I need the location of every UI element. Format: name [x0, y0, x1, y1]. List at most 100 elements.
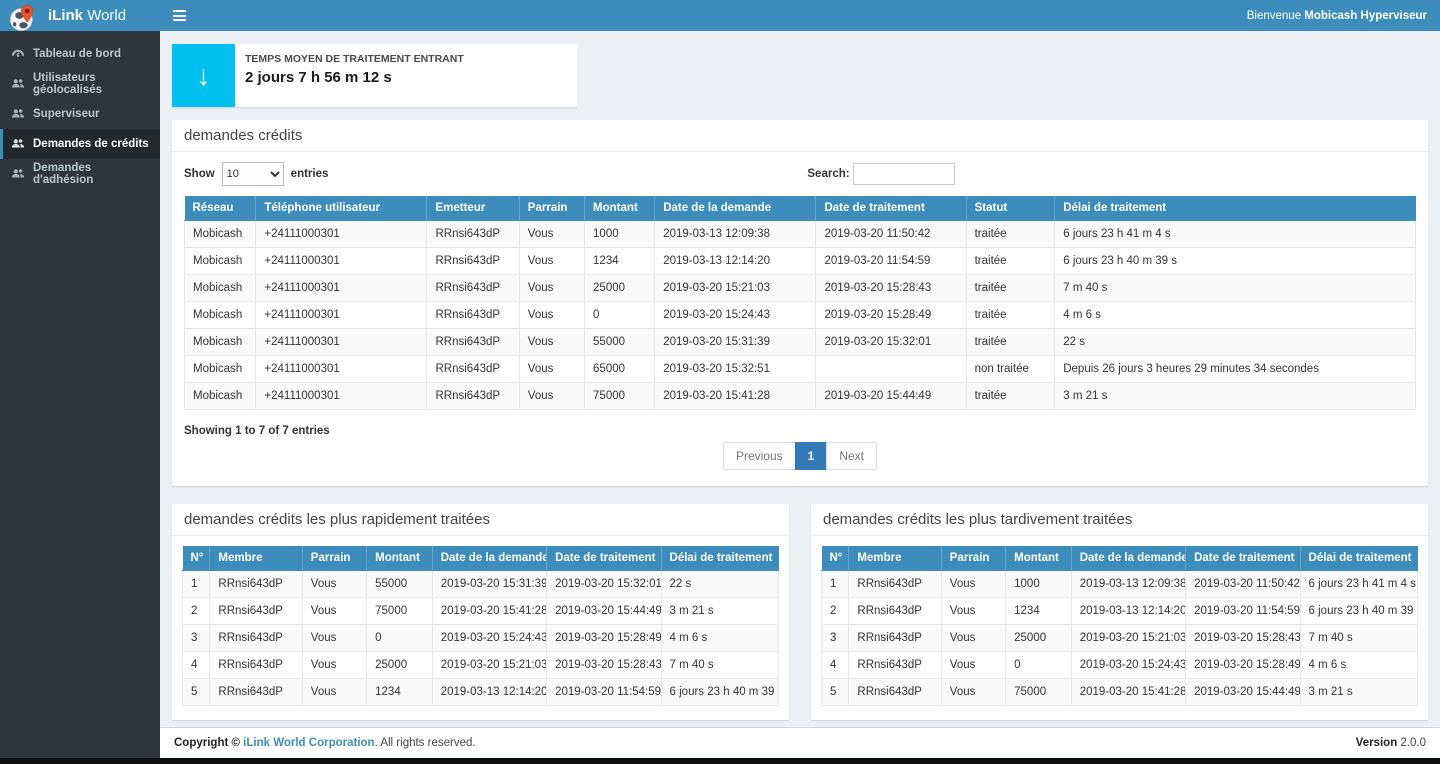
dashboard-icon — [11, 47, 25, 61]
table-cell: 2 — [822, 598, 849, 625]
table-cell: Vous — [941, 679, 1005, 706]
column-header[interactable]: Réseau — [185, 196, 256, 221]
fastest-panel-body: N°MembreParrainMontantDate de la demande… — [172, 536, 789, 720]
column-header[interactable]: Parrain — [941, 546, 1005, 571]
sidebar-toggle-hamburger-icon[interactable] — [173, 10, 186, 21]
sidebar-item-tableau-de-bord[interactable]: Tableau de bord — [0, 39, 160, 69]
page-size-select[interactable]: 10 — [222, 162, 284, 186]
column-header[interactable]: Montant — [1006, 546, 1072, 571]
table-cell: 3 m 21 s — [1055, 383, 1416, 410]
table-row: 3RRnsi643dPVous02019-03-20 15:24:432019-… — [183, 625, 779, 652]
column-header[interactable]: Montant — [585, 196, 655, 221]
table-row: 2RRnsi643dPVous12342019-03-13 12:14:2020… — [822, 598, 1418, 625]
table-cell: Vous — [302, 598, 366, 625]
table-cell: 2019-03-20 15:31:39 — [432, 571, 546, 598]
column-header[interactable]: Parrain — [519, 196, 584, 221]
table-cell: 2019-03-13 12:14:20 — [1071, 598, 1185, 625]
sidebar-item-utilisateurs-geolocalises[interactable]: Utilisateurs géolocalisés — [0, 69, 160, 99]
table-row: 1RRnsi643dPVous550002019-03-20 15:31:392… — [183, 571, 779, 598]
table-cell: 2019-03-20 15:28:43 — [547, 652, 661, 679]
table-row: Mobicash+24111000301RRnsi643dPVous650002… — [185, 356, 1416, 383]
column-header[interactable]: Date de traitement — [547, 546, 661, 571]
table-cell: Mobicash — [185, 383, 256, 410]
table-cell: 2019-03-20 11:54:59 — [816, 248, 966, 275]
table-cell: RRnsi643dP — [210, 571, 302, 598]
table-row: Mobicash+24111000301RRnsi643dPVous550002… — [185, 329, 1416, 356]
column-header[interactable]: Téléphone utilisateur — [256, 196, 427, 221]
column-header[interactable]: Statut — [966, 196, 1055, 221]
column-header[interactable]: N° — [183, 546, 210, 571]
column-header[interactable]: Membre — [849, 546, 941, 571]
table-cell: 65000 — [585, 356, 655, 383]
column-header[interactable]: Montant — [367, 546, 433, 571]
fastest-panel-title: demandes crédits les plus rapidement tra… — [172, 504, 789, 536]
column-header[interactable]: Délai de traitement — [1300, 546, 1417, 571]
table-cell: 2019-03-20 15:28:49 — [816, 302, 966, 329]
column-header[interactable]: Date de la demande — [655, 196, 816, 221]
pagination-page-1-button[interactable]: 1 — [795, 442, 828, 470]
table-cell: 2019-03-13 12:09:38 — [1071, 571, 1185, 598]
column-header[interactable]: Date de la demande — [1071, 546, 1185, 571]
table-cell: traitée — [966, 383, 1055, 410]
brand-logo[interactable]: iLink World — [0, 0, 160, 31]
pagination: Previous 1 Next — [184, 442, 1416, 470]
avg-processing-time-widget: ↓ TEMPS MOYEN DE TRAITEMENT ENTRANT 2 jo… — [172, 44, 578, 107]
widget-body: TEMPS MOYEN DE TRAITEMENT ENTRANT 2 jour… — [235, 44, 474, 107]
sidebar-item-superviseur[interactable]: Superviseur — [0, 99, 160, 129]
pagination-previous-button[interactable]: Previous — [723, 442, 796, 470]
table-cell: RRnsi643dP — [427, 248, 519, 275]
sidebar-item-label: Superviseur — [33, 108, 99, 120]
column-header[interactable]: Emetteur — [427, 196, 519, 221]
column-header[interactable]: Membre — [210, 546, 302, 571]
table-cell: Vous — [519, 302, 584, 329]
table-cell: 1 — [183, 571, 210, 598]
table-cell: 75000 — [585, 383, 655, 410]
slowest-credits-panel: demandes crédits les plus tardivement tr… — [811, 504, 1428, 720]
table-cell: Mobicash — [185, 356, 256, 383]
column-header[interactable]: Date de traitement — [816, 196, 966, 221]
table-row: 3RRnsi643dPVous250002019-03-20 15:21:032… — [822, 625, 1418, 652]
column-header[interactable]: Date de la demande — [432, 546, 546, 571]
table-cell: 7 m 40 s — [661, 652, 778, 679]
welcome-message: Bienvenue Mobicash Hyperviseur — [1247, 10, 1427, 22]
table-cell: traitée — [966, 302, 1055, 329]
pagination-next-button[interactable]: Next — [826, 442, 877, 470]
table-cell: 2019-03-20 15:44:49 — [547, 598, 661, 625]
welcome-prefix: Bienvenue — [1247, 10, 1305, 22]
table-cell: 2019-03-20 11:54:59 — [1186, 598, 1300, 625]
table-cell: Mobicash — [185, 221, 256, 248]
table-cell: 4 — [183, 652, 210, 679]
table-cell: RRnsi643dP — [849, 598, 941, 625]
search-input[interactable] — [853, 163, 955, 185]
table-cell: RRnsi643dP — [427, 302, 519, 329]
copyright-suffix: . All rights reserved. — [375, 737, 476, 749]
table-cell: 3 — [822, 625, 849, 652]
column-header[interactable]: Délai de traitement — [1055, 196, 1416, 221]
credits-panel-body: Show 10 entries Search: RéseauTéléphone … — [172, 152, 1428, 486]
footer: Copyright © iLink World Corporation. All… — [160, 727, 1440, 758]
company-link[interactable]: iLink World Corporation — [243, 737, 374, 749]
copyright: Copyright © iLink World Corporation. All… — [174, 737, 476, 749]
table-row: Mobicash+24111000301RRnsi643dPVous750002… — [185, 383, 1416, 410]
sidebar-item-demandes-d-adhesion[interactable]: Demandes d'adhésion — [0, 159, 160, 189]
table-cell: 2019-03-13 12:14:20 — [432, 679, 546, 706]
table-cell: 2019-03-13 12:14:20 — [655, 248, 816, 275]
column-header[interactable]: Parrain — [302, 546, 366, 571]
table-cell: RRnsi643dP — [210, 598, 302, 625]
table-cell: 6 jours 23 h 40 m 39 s — [1055, 248, 1416, 275]
table-cell: 4 m 6 s — [1055, 302, 1416, 329]
table-cell: RRnsi643dP — [427, 329, 519, 356]
table-cell: 2019-03-20 15:28:43 — [816, 275, 966, 302]
column-header[interactable]: Délai de traitement — [661, 546, 778, 571]
sidebar-item-demandes-de-credits[interactable]: Demandes de crédits — [0, 129, 160, 159]
table-cell: Vous — [519, 329, 584, 356]
table-cell: RRnsi643dP — [849, 652, 941, 679]
table-cell: 1000 — [585, 221, 655, 248]
table-cell: 6 jours 23 h 41 m 4 s — [1300, 571, 1417, 598]
column-header[interactable]: N° — [822, 546, 849, 571]
table-cell: 2019-03-20 15:24:43 — [432, 625, 546, 652]
table-cell: 7 m 40 s — [1300, 625, 1417, 652]
column-header[interactable]: Date de traitement — [1186, 546, 1300, 571]
table-cell: Vous — [302, 571, 366, 598]
table-cell: Vous — [519, 356, 584, 383]
